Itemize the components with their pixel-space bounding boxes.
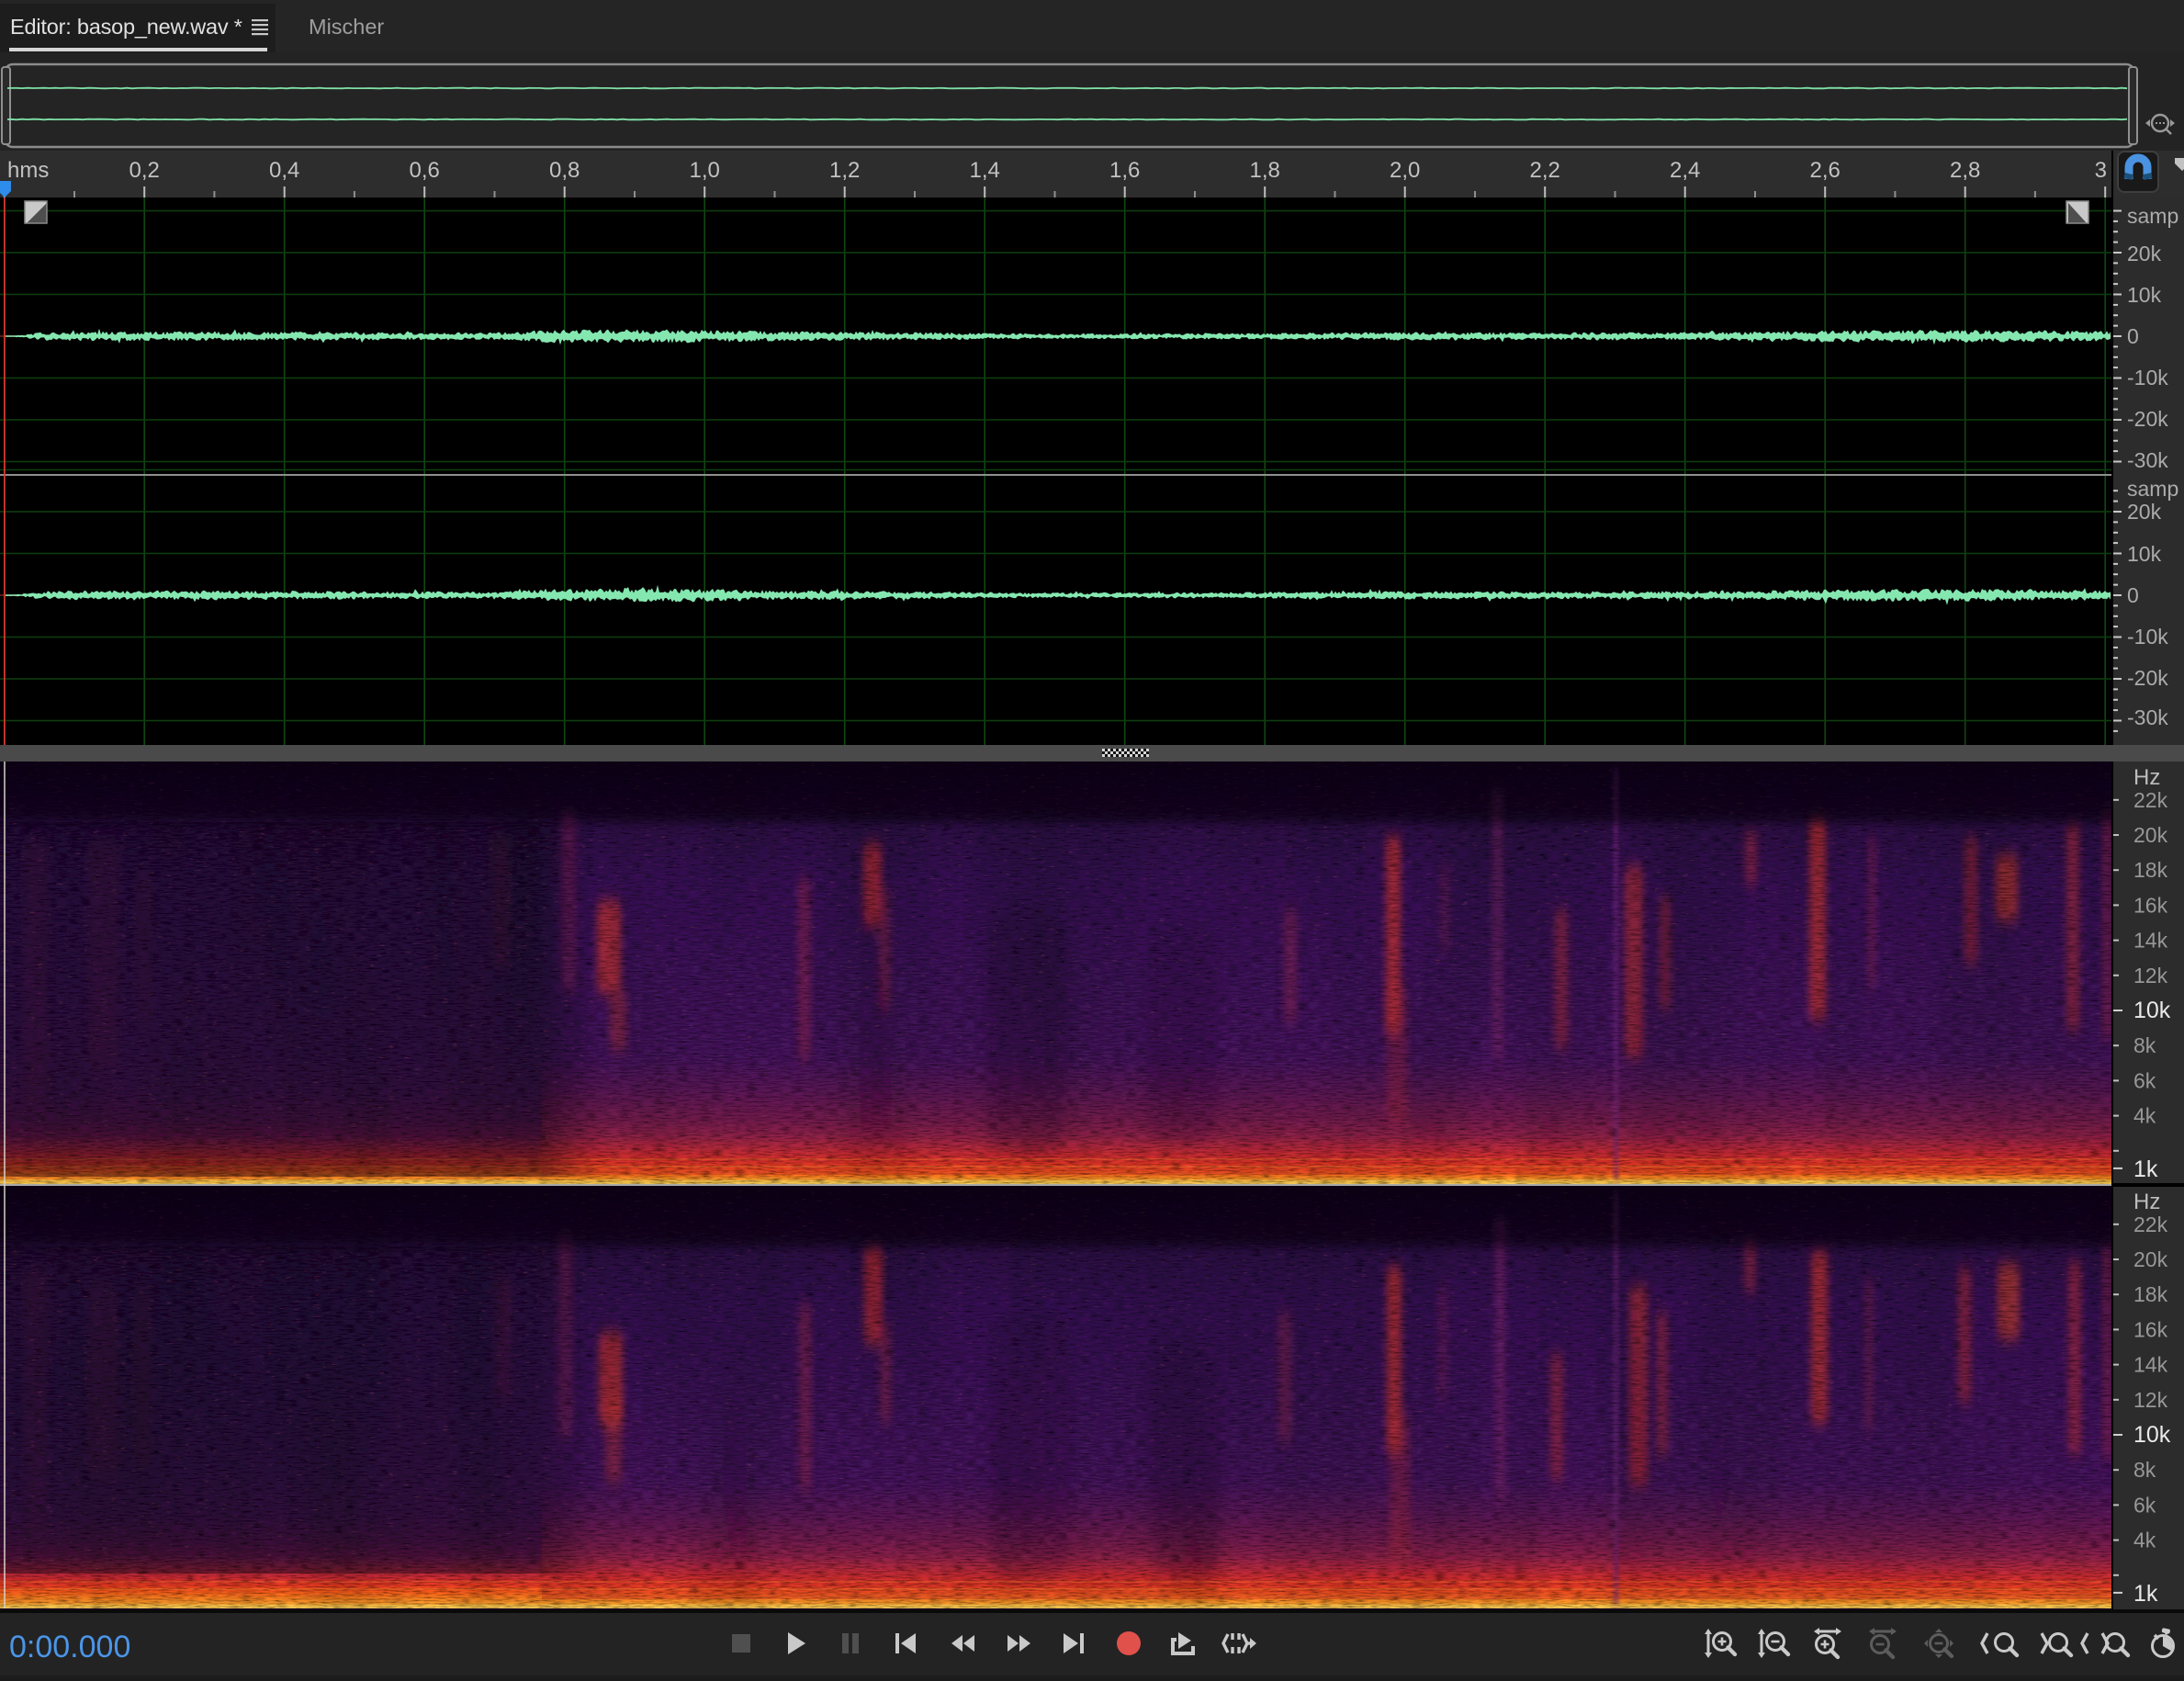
svg-text:1,8: 1,8	[1250, 158, 1280, 183]
svg-text:1,4: 1,4	[970, 158, 1000, 183]
svg-text:8k: 8k	[2133, 1033, 2156, 1057]
svg-text:2,8: 2,8	[1950, 158, 1980, 183]
svg-text:-10k: -10k	[2127, 366, 2168, 389]
svg-text:20k: 20k	[2127, 242, 2162, 265]
svg-text:0,6: 0,6	[410, 158, 440, 183]
svg-text:20k: 20k	[2127, 500, 2162, 524]
svg-text:16k: 16k	[2133, 1317, 2168, 1341]
svg-text:samp: samp	[2127, 477, 2178, 501]
svg-text:6k: 6k	[2133, 1068, 2156, 1092]
svg-text:22k: 22k	[2133, 1213, 2168, 1236]
svg-text:-20k: -20k	[2127, 407, 2168, 431]
svg-text:14k: 14k	[2133, 1353, 2168, 1377]
svg-text:12k: 12k	[2133, 1388, 2168, 1412]
svg-text:-30k: -30k	[2127, 705, 2168, 729]
svg-text:6k: 6k	[2133, 1493, 2156, 1517]
svg-text:1,0: 1,0	[690, 158, 720, 183]
svg-text:-10k: -10k	[2127, 625, 2168, 649]
svg-text:20k: 20k	[2133, 823, 2168, 847]
svg-text:18k: 18k	[2133, 858, 2168, 882]
svg-text:hms: hms	[7, 158, 49, 183]
svg-text:Hz: Hz	[2133, 1190, 2160, 1214]
svg-text:4k: 4k	[2133, 1529, 2156, 1552]
svg-text:18k: 18k	[2133, 1282, 2168, 1306]
svg-text:samp: samp	[2127, 204, 2178, 228]
svg-text:0,8: 0,8	[549, 158, 580, 183]
svg-text:10k: 10k	[2133, 1422, 2171, 1448]
svg-text:2,0: 2,0	[1390, 158, 1420, 183]
svg-text:0,2: 0,2	[129, 158, 160, 183]
svg-text:1k: 1k	[2133, 1156, 2158, 1182]
svg-text:0: 0	[2127, 324, 2139, 348]
svg-text:10k: 10k	[2127, 542, 2162, 566]
svg-text:-20k: -20k	[2127, 666, 2168, 690]
svg-text:0: 0	[2127, 583, 2139, 607]
svg-text:16k: 16k	[2133, 893, 2168, 917]
svg-text:20k: 20k	[2133, 1247, 2168, 1271]
svg-text:1,6: 1,6	[1109, 158, 1140, 183]
svg-text:4k: 4k	[2133, 1104, 2156, 1128]
svg-text:-30k: -30k	[2127, 448, 2168, 472]
svg-text:0,4: 0,4	[269, 158, 299, 183]
svg-text:2,6: 2,6	[1810, 158, 1841, 183]
svg-text:22k: 22k	[2133, 788, 2168, 812]
svg-text:1k: 1k	[2133, 1581, 2158, 1607]
svg-text:1,2: 1,2	[829, 158, 860, 183]
svg-text:10k: 10k	[2127, 283, 2162, 307]
svg-text:2,4: 2,4	[1670, 158, 1700, 183]
svg-text:2,2: 2,2	[1530, 158, 1560, 183]
svg-text:3: 3	[2095, 158, 2107, 183]
svg-text:10k: 10k	[2133, 998, 2171, 1023]
svg-text:14k: 14k	[2133, 929, 2168, 953]
svg-text:8k: 8k	[2133, 1458, 2156, 1482]
svg-text:Hz: Hz	[2133, 765, 2160, 790]
svg-text:12k: 12k	[2133, 964, 2168, 987]
